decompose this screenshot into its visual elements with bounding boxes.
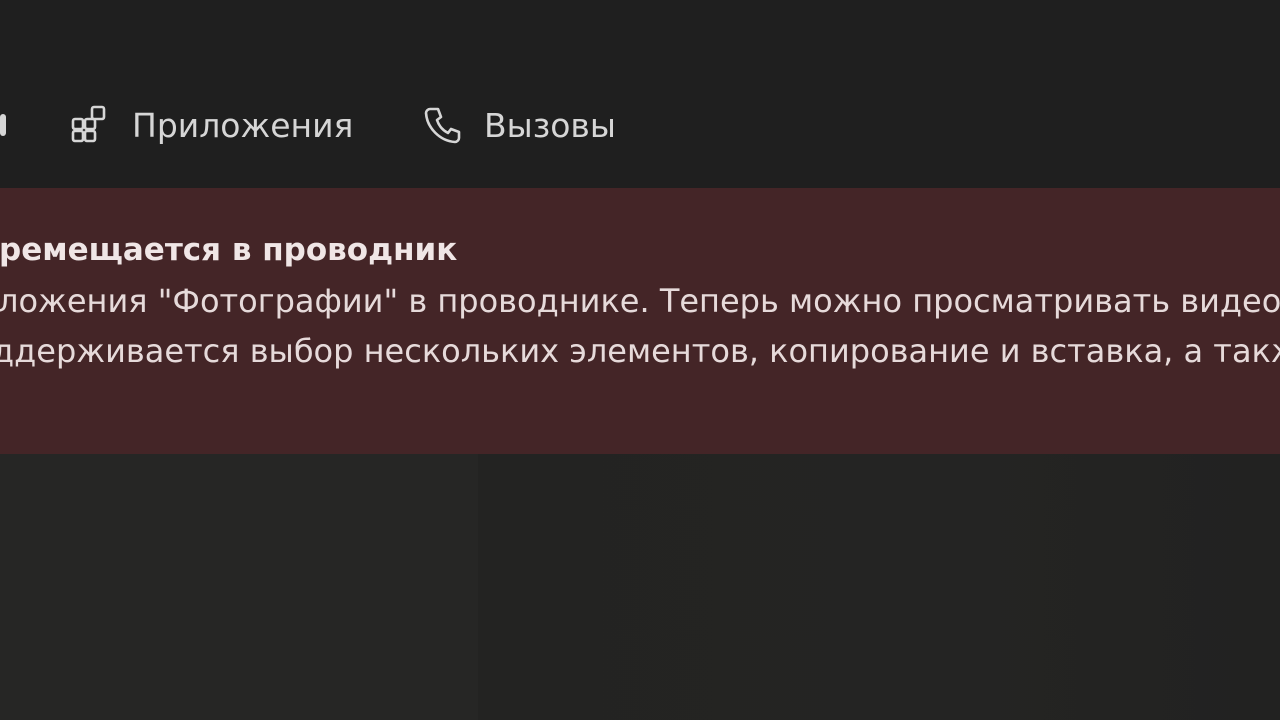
nav-item-calls[interactable]: Вызовы: [420, 100, 616, 150]
banner-text-line: ложения "Фотографии" в проводнике. Тепер…: [0, 282, 1280, 320]
apps-grid-icon: [68, 103, 112, 147]
content-panel: [478, 454, 1280, 720]
banner-text-line: ддерживается выбор нескольких элементов,…: [0, 332, 1280, 370]
nav-item-apps[interactable]: Приложения: [68, 100, 353, 150]
nav-item-calls-label: Вызовы: [484, 105, 616, 145]
nav-item-apps-label: Приложения: [132, 105, 354, 145]
top-navigation-bar: Приложения Вызовы: [0, 0, 1280, 188]
phone-icon: [420, 103, 464, 147]
info-banner: еремещается в проводник ложения "Фотогра…: [0, 188, 1280, 454]
banner-title: еремещается в проводник: [0, 232, 458, 268]
content-area: [0, 454, 1280, 720]
nav-item-cutoff[interactable]: [0, 100, 6, 150]
